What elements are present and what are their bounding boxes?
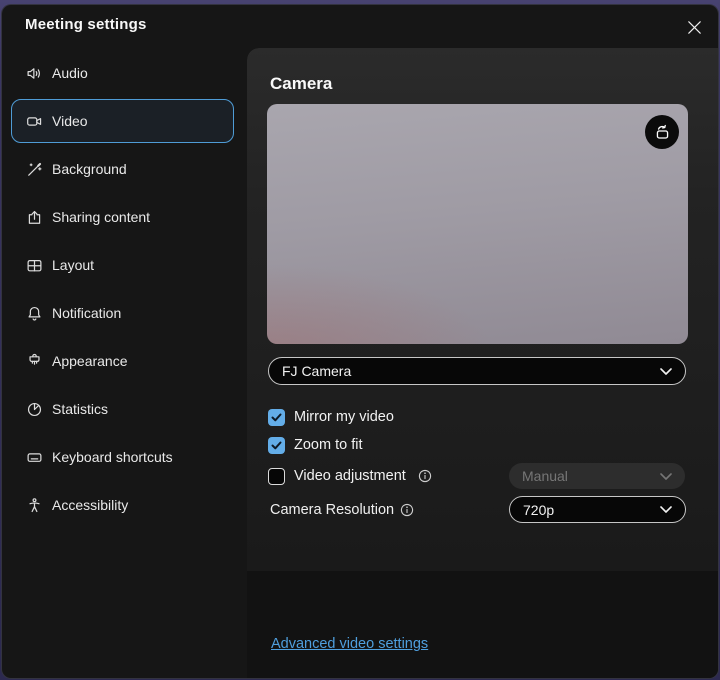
chevron-down-icon bbox=[660, 506, 672, 513]
section-title: Camera bbox=[270, 74, 332, 94]
camera-device-value: FJ Camera bbox=[282, 363, 351, 379]
zoom-to-fit-row: Zoom to fit bbox=[268, 436, 363, 454]
video-adjustment-row: Video adjustment bbox=[268, 467, 432, 485]
video-adjustment-label: Video adjustment bbox=[294, 468, 406, 484]
camera-resolution-row: Camera Resolution bbox=[270, 501, 414, 519]
sidebar-item-label: Notification bbox=[52, 305, 121, 321]
sidebar-item-keyboard-shortcuts[interactable]: Keyboard shortcuts bbox=[11, 435, 234, 479]
mirror-video-checkbox[interactable] bbox=[268, 409, 285, 426]
chevron-down-icon bbox=[660, 473, 672, 480]
video-adjustment-info-icon[interactable] bbox=[418, 469, 432, 483]
sidebar-item-notification[interactable]: Notification bbox=[11, 291, 234, 335]
camera-resolution-value: 720p bbox=[523, 502, 554, 518]
camera-resolution-select[interactable]: 720p bbox=[509, 496, 686, 523]
accessibility-icon bbox=[26, 497, 43, 514]
dialog-title: Meeting settings bbox=[25, 16, 147, 33]
speaker-icon bbox=[26, 65, 43, 82]
close-button[interactable] bbox=[681, 14, 707, 40]
sidebar-item-label: Video bbox=[52, 113, 88, 129]
mirror-video-row: Mirror my video bbox=[268, 408, 394, 426]
zoom-to-fit-label: Zoom to fit bbox=[294, 437, 363, 453]
zoom-to-fit-checkbox[interactable] bbox=[268, 437, 285, 454]
sidebar-item-appearance[interactable]: Appearance bbox=[11, 339, 234, 383]
paintbrush-icon bbox=[26, 353, 43, 370]
camera-resolution-label: Camera Resolution bbox=[270, 502, 394, 518]
video-settings-panel: Camera FJ Camera Mirror my video bbox=[247, 48, 718, 678]
video-adjustment-checkbox[interactable] bbox=[268, 468, 285, 485]
grid-icon bbox=[26, 257, 43, 274]
camera-device-select[interactable]: FJ Camera bbox=[268, 357, 686, 385]
video-adjustment-mode-value: Manual bbox=[522, 468, 568, 484]
bell-icon bbox=[26, 305, 43, 322]
flip-camera-icon bbox=[653, 123, 672, 142]
camera-preview bbox=[267, 104, 688, 344]
close-icon bbox=[687, 20, 702, 35]
sidebar-item-label: Layout bbox=[52, 257, 94, 273]
sidebar-item-label: Statistics bbox=[52, 401, 108, 417]
sidebar-item-layout[interactable]: Layout bbox=[11, 243, 234, 287]
sidebar-item-sharing-content[interactable]: Sharing content bbox=[11, 195, 234, 239]
sidebar-item-label: Accessibility bbox=[52, 497, 128, 513]
sidebar-item-audio[interactable]: Audio bbox=[11, 51, 234, 95]
flip-camera-button[interactable] bbox=[645, 115, 679, 149]
sidebar-item-video[interactable]: Video bbox=[11, 99, 234, 143]
advanced-video-settings-link[interactable]: Advanced video settings bbox=[271, 636, 428, 652]
video-camera-icon bbox=[26, 113, 43, 130]
settings-sidebar: Audio Video Background Sharing content L bbox=[2, 49, 247, 678]
sidebar-item-label: Sharing content bbox=[52, 209, 150, 225]
share-icon bbox=[26, 209, 43, 226]
sidebar-item-background[interactable]: Background bbox=[11, 147, 234, 191]
pie-chart-icon bbox=[26, 401, 43, 418]
video-adjustment-mode-select[interactable]: Manual bbox=[509, 463, 685, 489]
meeting-settings-dialog: Meeting settings Audio Video Background bbox=[1, 4, 719, 679]
sidebar-item-label: Keyboard shortcuts bbox=[52, 449, 173, 465]
sidebar-item-statistics[interactable]: Statistics bbox=[11, 387, 234, 431]
sidebar-item-label: Background bbox=[52, 161, 127, 177]
camera-resolution-info-icon[interactable] bbox=[400, 503, 414, 517]
chevron-down-icon bbox=[660, 368, 672, 375]
magic-wand-icon bbox=[26, 161, 43, 178]
sidebar-item-accessibility[interactable]: Accessibility bbox=[11, 483, 234, 527]
sidebar-item-label: Appearance bbox=[52, 353, 128, 369]
sidebar-item-label: Audio bbox=[52, 65, 88, 81]
mirror-video-label: Mirror my video bbox=[294, 409, 394, 425]
keyboard-icon bbox=[26, 449, 43, 466]
